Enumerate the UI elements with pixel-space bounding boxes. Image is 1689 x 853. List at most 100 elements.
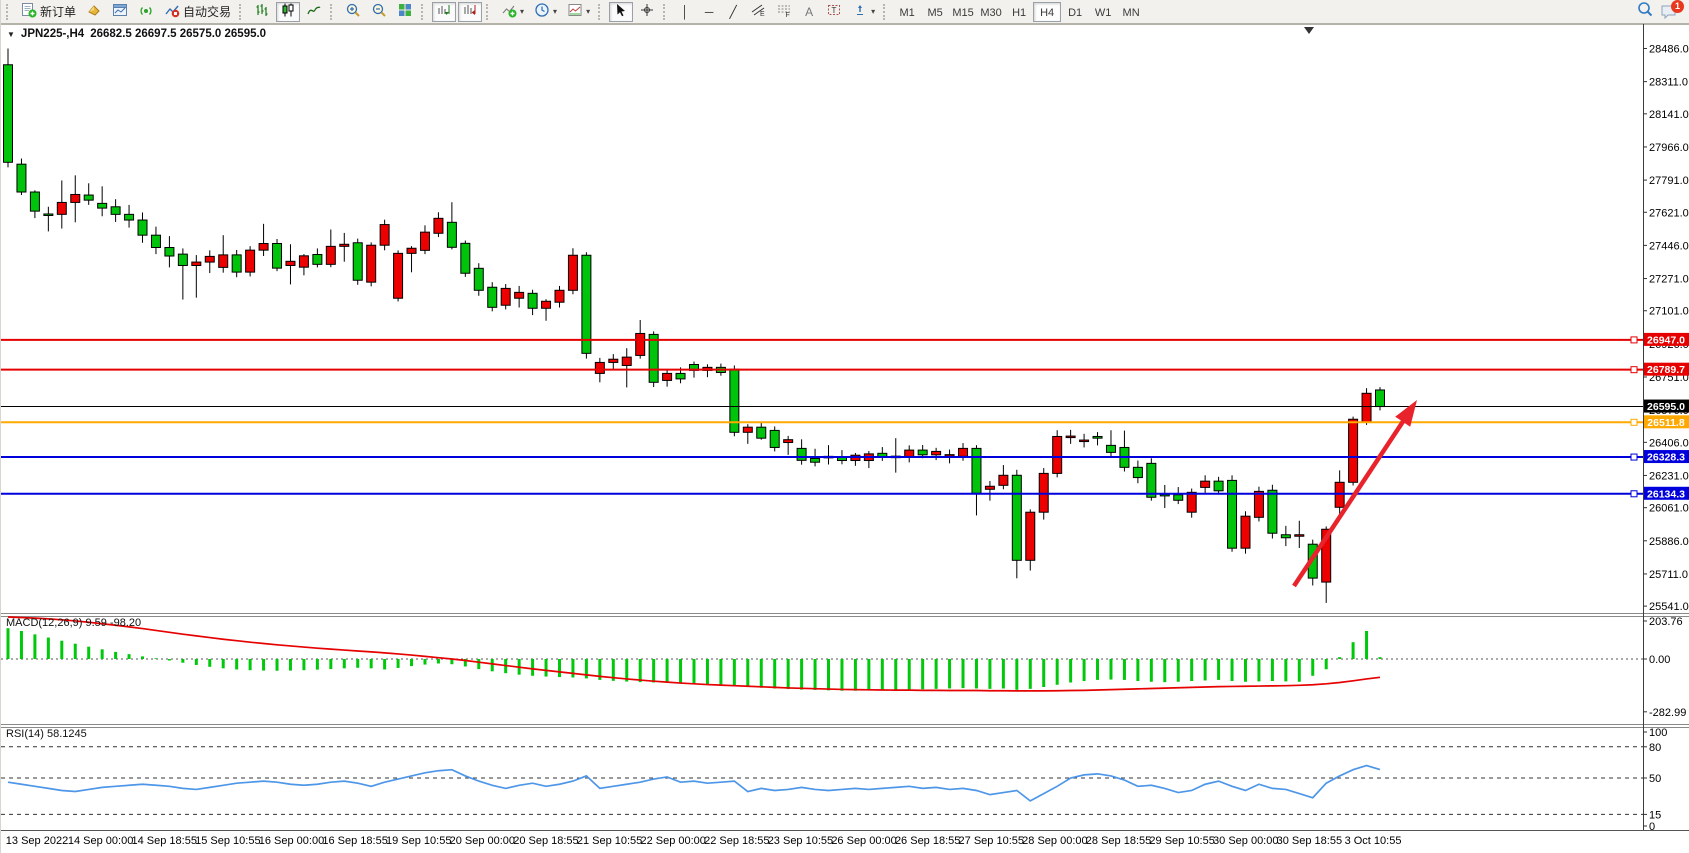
fibonacci-button[interactable]: F <box>772 2 796 22</box>
tf-button-w1[interactable]: W1 <box>1089 2 1117 22</box>
price-tick-label: 28141.0 <box>1649 109 1689 121</box>
signals-button[interactable] <box>134 2 158 22</box>
templates-button[interactable]: ▾ <box>563 2 594 22</box>
time-label: 16 Sep 18:55 <box>322 835 387 847</box>
line-chart-button[interactable] <box>302 2 326 22</box>
line-handle[interactable] <box>1631 491 1637 497</box>
tf-button-m5[interactable]: M5 <box>921 2 949 22</box>
candle <box>299 256 308 267</box>
toolbar-grip[interactable] <box>663 4 669 20</box>
candle <box>394 253 403 298</box>
candle <box>1147 463 1156 497</box>
indicators-button[interactable]: ▾ <box>497 2 528 22</box>
line-handle[interactable] <box>1631 419 1637 425</box>
candle <box>407 248 416 253</box>
candle <box>528 293 537 308</box>
search-icon[interactable] <box>1636 0 1654 23</box>
time-label: 3 Oct 10:55 <box>1345 835 1402 847</box>
tile-windows-button[interactable] <box>393 2 417 22</box>
text-tool-button[interactable]: A <box>798 2 820 22</box>
rsi-tick-label: 15 <box>1649 809 1661 821</box>
candle <box>340 244 349 246</box>
tf-button-h1[interactable]: H1 <box>1005 2 1033 22</box>
candle <box>246 250 255 272</box>
line-handle[interactable] <box>1631 454 1637 460</box>
chart-window-button[interactable] <box>108 2 132 22</box>
toolbar-grip[interactable] <box>239 4 245 20</box>
candle <box>501 288 510 305</box>
crosshair-button[interactable] <box>635 2 659 22</box>
chart-canvas[interactable]: 28486.028311.028141.027966.027791.027621… <box>1 24 1689 853</box>
candle <box>542 301 551 308</box>
line-chart-icon <box>306 2 322 21</box>
candle <box>663 373 672 380</box>
price-levels <box>1 333 1689 500</box>
candle <box>797 448 806 460</box>
candle <box>138 220 147 235</box>
text-label-button[interactable]: T <box>822 2 846 22</box>
time-label: 28 Sep 00:00 <box>1022 835 1087 847</box>
candle <box>1012 475 1021 560</box>
tile-windows-icon <box>397 2 413 21</box>
zoom-out-button[interactable] <box>367 2 391 22</box>
arrows-tool-button[interactable]: ▾ <box>848 2 879 22</box>
time-label: 28 Sep 18:55 <box>1086 835 1151 847</box>
auto-scroll-icon <box>436 2 452 21</box>
candlestick-series <box>4 48 1385 602</box>
candle <box>30 192 39 211</box>
time-label: 14 Sep 18:55 <box>132 835 197 847</box>
time-label: 14 Sep 00:00 <box>68 835 133 847</box>
candlestick-icon <box>280 2 296 21</box>
toolbar-grip[interactable] <box>486 4 492 20</box>
price-tick-label: 28311.0 <box>1649 77 1688 89</box>
tf-button-d1[interactable]: D1 <box>1061 2 1089 22</box>
price-badge-label: 26595.0 <box>1647 401 1685 413</box>
price-tick-label: 25886.0 <box>1649 536 1689 548</box>
new-order-icon <box>21 2 37 21</box>
zoom-in-button[interactable] <box>341 2 365 22</box>
arrows-tool-icon <box>852 2 868 21</box>
candlestick-chart-button[interactable] <box>276 2 300 22</box>
line-handle[interactable] <box>1631 367 1637 373</box>
time-label: 23 Sep 10:55 <box>768 835 833 847</box>
time-label: 13 Sep 2022 <box>6 835 68 847</box>
auto-scroll-button[interactable] <box>432 2 456 22</box>
equidistant-channel-button[interactable]: E <box>746 2 770 22</box>
candle <box>985 486 994 489</box>
template-icon <box>567 2 583 21</box>
tf-button-h4[interactable]: H4 <box>1033 2 1061 22</box>
periods-button[interactable]: ▾ <box>530 2 561 22</box>
toolbar-grip[interactable] <box>6 4 12 20</box>
bar-chart-button[interactable] <box>250 2 274 22</box>
line-handle[interactable] <box>1631 337 1637 343</box>
rsi-name: RSI(14) <box>6 728 44 740</box>
chevron-down-icon[interactable]: ▼ <box>7 30 15 39</box>
candle <box>999 475 1008 485</box>
horizontal-line-button[interactable]: ─ <box>698 2 720 22</box>
tf-button-m15[interactable]: M15 <box>949 2 977 22</box>
candle <box>474 268 483 290</box>
toolbar-grip[interactable] <box>421 4 427 20</box>
tf-button-mn[interactable]: MN <box>1117 2 1145 22</box>
toolbar-grip[interactable] <box>598 4 604 20</box>
notifications-button[interactable]: 1 <box>1660 2 1680 22</box>
tf-button-m30[interactable]: M30 <box>977 2 1005 22</box>
new-order-button[interactable]: 新订单 <box>17 2 80 22</box>
fibonacci-icon: F <box>776 2 792 21</box>
periods-caret-icon: ▾ <box>553 8 557 16</box>
tf-button-m1[interactable]: M1 <box>893 2 921 22</box>
chart-shift-button[interactable] <box>458 2 482 22</box>
trendline-button[interactable]: ╱ <box>722 2 744 22</box>
vertical-line-button[interactable]: │ <box>674 2 696 22</box>
shift-marker-icon[interactable] <box>1304 27 1314 34</box>
auto-trading-button[interactable]: 自动交易 <box>160 2 235 22</box>
candle <box>918 450 927 455</box>
toolbar-grip[interactable] <box>883 4 889 20</box>
price-badge-label: 26511.8 <box>1647 417 1685 429</box>
toolbar-grip[interactable] <box>330 4 336 20</box>
price-tick-label: 27791.0 <box>1649 175 1689 187</box>
cursor-button[interactable] <box>609 2 633 22</box>
clock-icon <box>534 2 550 21</box>
quotes-button[interactable] <box>82 2 106 22</box>
price-tick-label: 27271.0 <box>1649 274 1689 286</box>
